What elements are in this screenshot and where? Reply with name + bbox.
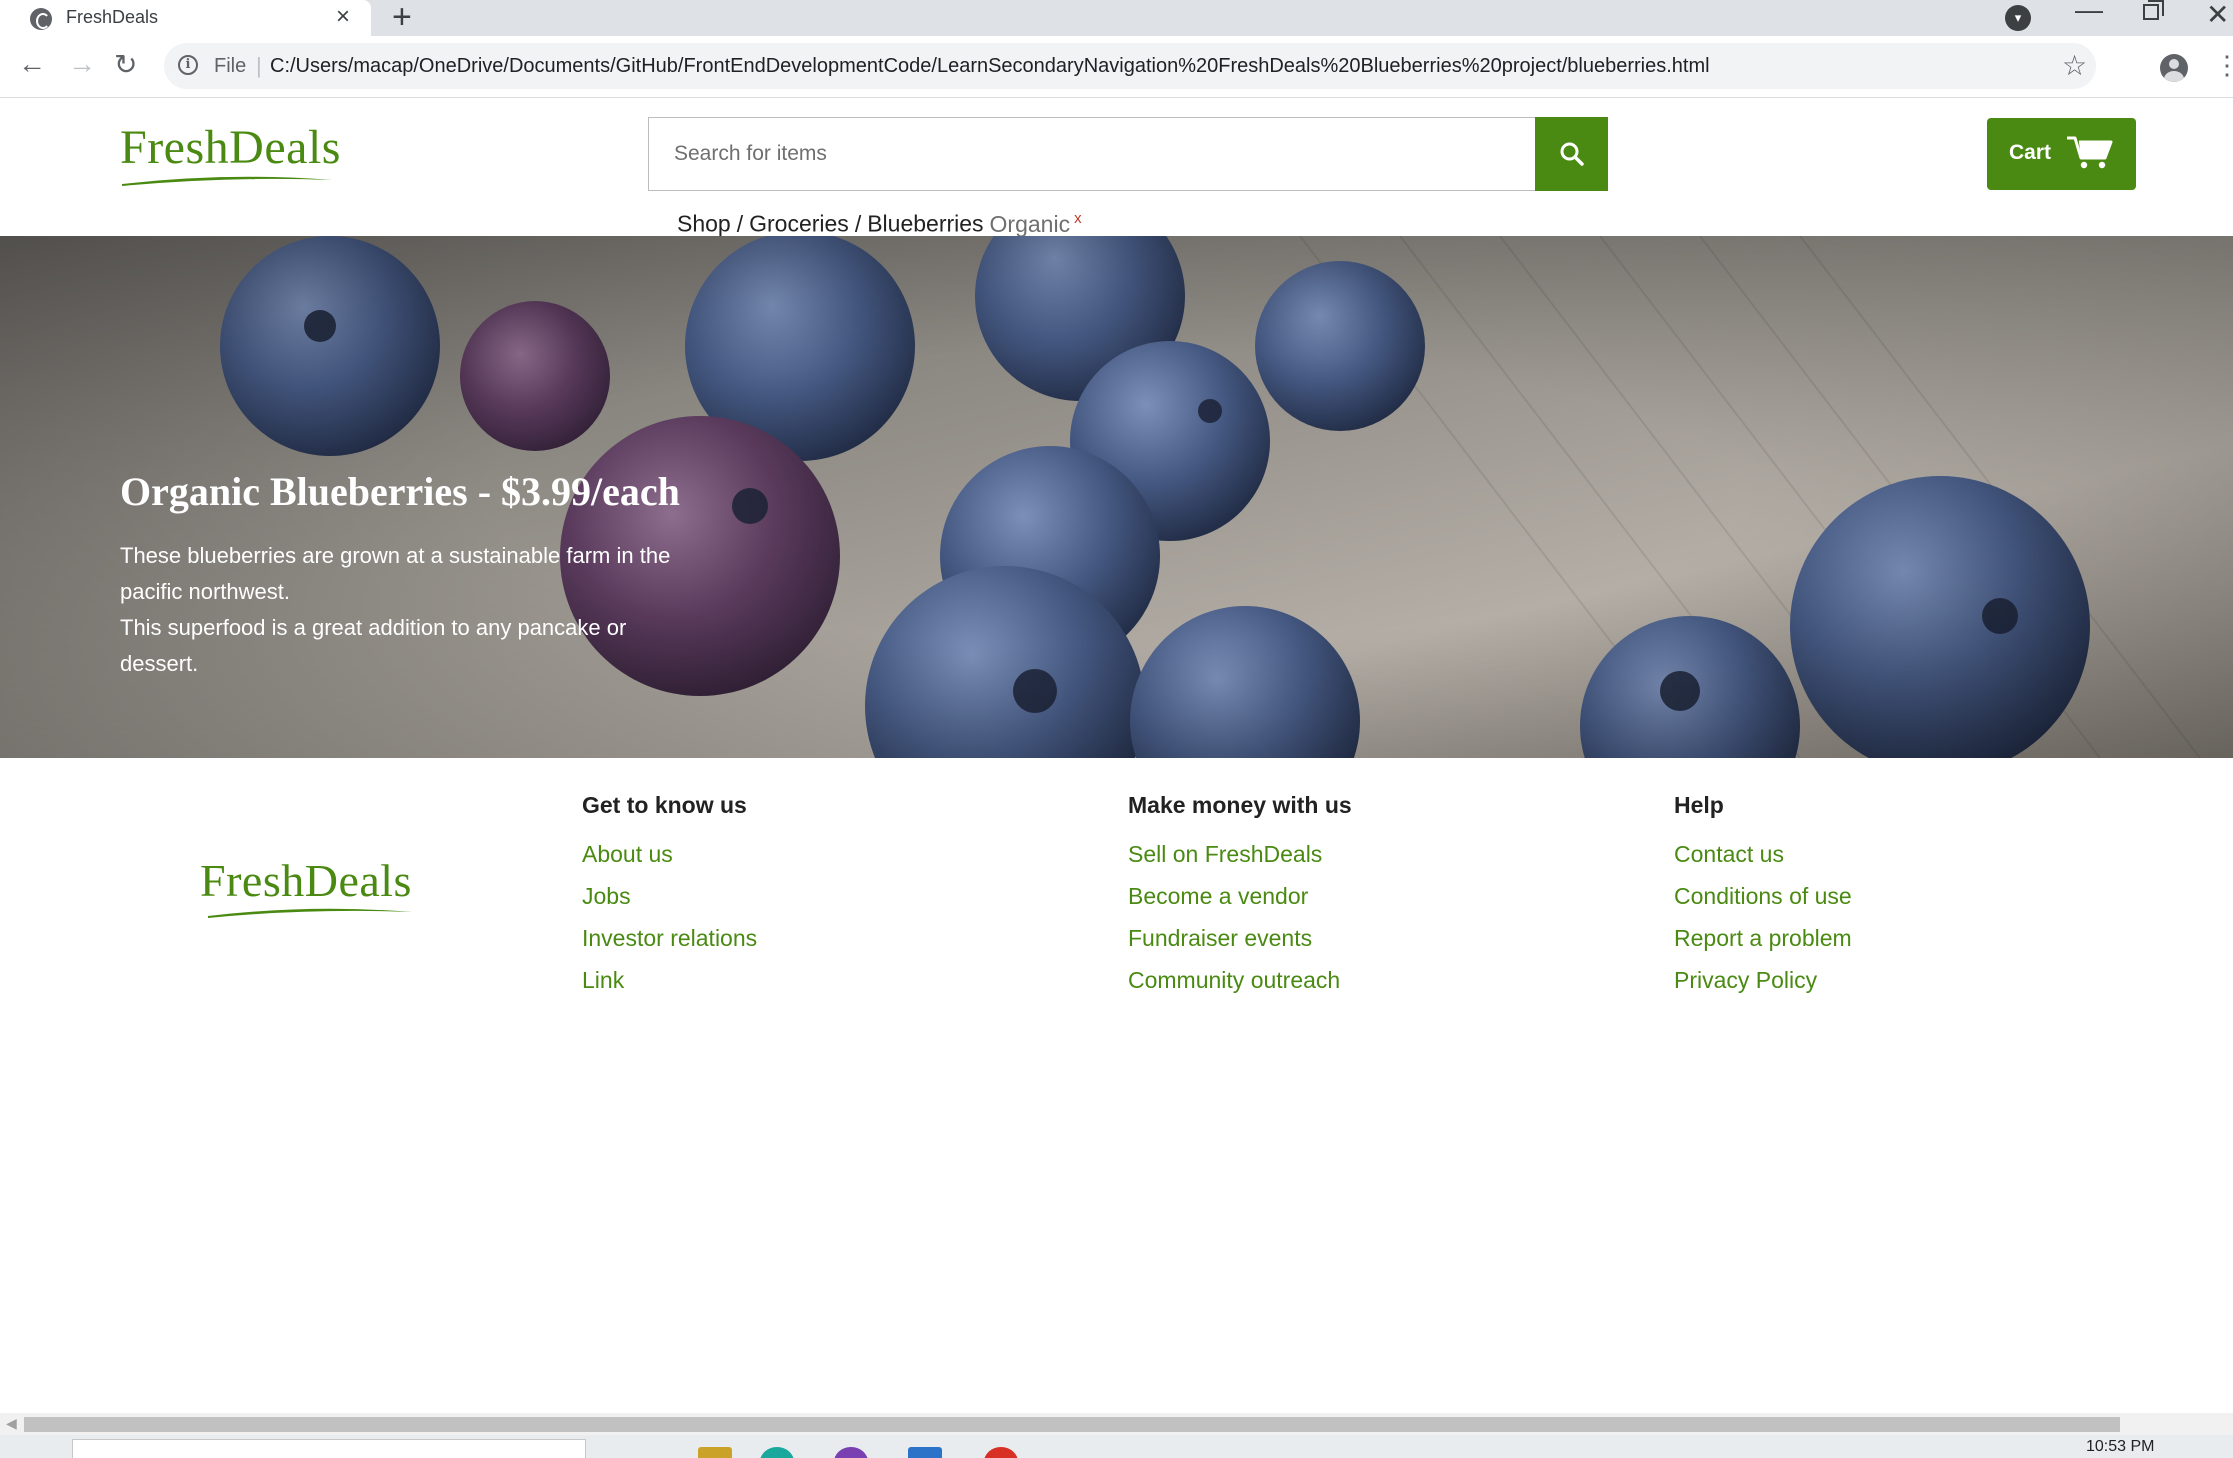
url-scheme: File [214, 55, 247, 77]
taskbar-search-input[interactable] [72, 1439, 586, 1458]
product-description: These blueberries are grown at a sustain… [120, 538, 700, 682]
footer-heading: Help [1674, 792, 1724, 818]
breadcrumb-current: Organic [989, 210, 1071, 237]
footer-link-fundraiser[interactable]: Fundraiser events [1128, 917, 1352, 959]
footer-link-link[interactable]: Link [582, 959, 757, 1001]
footer-link-about-us[interactable]: About us [582, 833, 757, 875]
tab-title: FreshDeals [66, 7, 159, 27]
scrollbar-thumb[interactable] [24, 1417, 2120, 1432]
search-input[interactable] [648, 117, 1536, 191]
new-tab-button[interactable]: + [392, 0, 412, 37]
web-page: FreshDeals Cart Shop/Groceries/Blueberri… [0, 98, 2233, 1413]
footer-link-contact[interactable]: Contact us [1674, 833, 1852, 875]
browser-tab[interactable]: FreshDeals × [0, 0, 371, 36]
edge-icon[interactable] [760, 1447, 794, 1458]
logo-text: FreshDeals [200, 855, 412, 906]
browser-tabstrip: FreshDeals × + ▾ — ✕ [0, 0, 2233, 36]
footer-heading: Get to know us [582, 792, 747, 818]
footer-logo[interactable]: FreshDeals [200, 854, 412, 918]
description-line: These blueberries are grown at a sustain… [120, 543, 671, 604]
breadcrumb-separator: / [736, 210, 744, 237]
kebab-menu-icon[interactable]: ⋮ [2214, 50, 2233, 81]
breadcrumb-groceries[interactable]: Groceries [749, 211, 849, 237]
breadcrumb-blueberries[interactable]: Blueberries [867, 211, 983, 237]
description-line: This superfood is a great addition to an… [120, 615, 627, 676]
hero-banner: Organic Blueberries - $3.99/each These b… [0, 236, 2233, 758]
breadcrumb-separator: / [854, 210, 862, 237]
footer-link-conditions[interactable]: Conditions of use [1674, 875, 1852, 917]
window-close-icon[interactable]: ✕ [2206, 0, 2229, 31]
info-icon[interactable]: i [178, 55, 198, 75]
footer-link-jobs[interactable]: Jobs [582, 875, 757, 917]
profile-icon[interactable] [2160, 54, 2188, 82]
chrome-icon[interactable] [984, 1447, 1018, 1458]
logo-swoosh-icon [208, 908, 412, 918]
search-bar [648, 117, 1608, 191]
footer: FreshDeals Get to know us About us Jobs … [0, 758, 2233, 1058]
footer-column-make-money: Make money with us Sell on FreshDeals Be… [1128, 792, 1352, 1001]
cart-label: Cart [2009, 141, 2052, 164]
forward-icon[interactable]: → [68, 48, 96, 80]
search-icon [1560, 142, 1584, 166]
cart-button[interactable]: Cart [1987, 118, 2136, 190]
logo-text: FreshDeals [120, 121, 341, 174]
app-icon[interactable] [834, 1447, 868, 1458]
minimize-icon[interactable]: — [2075, 0, 2103, 26]
footer-heading: Make money with us [1128, 792, 1352, 818]
tab-search-icon[interactable]: ▾ [2005, 5, 2031, 31]
url-text[interactable]: C:/Users/macap/OneDrive/Documents/GitHub… [270, 55, 1710, 78]
breadcrumb-shop[interactable]: Shop [677, 211, 731, 237]
browser-toolbar: ← → ↻ i File | C:/Users/macap/OneDrive/D… [0, 36, 2233, 98]
footer-link-privacy[interactable]: Privacy Policy [1674, 959, 1852, 1001]
breadcrumb: Shop / Groceries / Blueberries Organic x [677, 210, 1082, 238]
bookmark-star-icon[interactable]: ☆ [2062, 49, 2087, 82]
product-title: Organic Blueberries - $3.99/each [120, 469, 680, 514]
back-icon[interactable]: ← [18, 48, 46, 80]
reload-icon[interactable]: ↻ [114, 48, 137, 81]
taskbar: 10:53 PM [0, 1435, 2233, 1458]
footer-link-become-vendor[interactable]: Become a vendor [1128, 875, 1352, 917]
tab-close-icon[interactable]: × [336, 3, 350, 31]
horizontal-scrollbar[interactable]: ◀ [0, 1413, 2233, 1435]
vscode-icon[interactable] [908, 1447, 942, 1458]
footer-column-help: Help Contact us Conditions of use Report… [1674, 792, 1852, 1001]
footer-link-investor-relations[interactable]: Investor relations [582, 917, 757, 959]
footer-column-get-to-know-us: Get to know us About us Jobs Investor re… [582, 792, 757, 1001]
search-button[interactable] [1535, 117, 1608, 191]
restore-icon[interactable] [2143, 0, 2164, 20]
address-bar[interactable]: i File | C:/Users/macap/OneDrive/Documen… [164, 43, 2096, 89]
taskbar-clock: 10:53 PM [2086, 1438, 2155, 1455]
remove-filter-icon[interactable]: x [1074, 210, 1082, 227]
footer-link-community[interactable]: Community outreach [1128, 959, 1352, 1001]
shopping-cart-icon [2067, 136, 2113, 169]
logo-swoosh-icon [122, 176, 332, 186]
file-explorer-icon[interactable] [698, 1447, 732, 1458]
globe-icon [30, 8, 52, 30]
scroll-left-icon[interactable]: ◀ [6, 1415, 17, 1432]
url-divider: | [256, 53, 262, 78]
footer-link-report-problem[interactable]: Report a problem [1674, 917, 1852, 959]
header-logo[interactable]: FreshDeals [120, 120, 341, 186]
footer-link-sell[interactable]: Sell on FreshDeals [1128, 833, 1352, 875]
